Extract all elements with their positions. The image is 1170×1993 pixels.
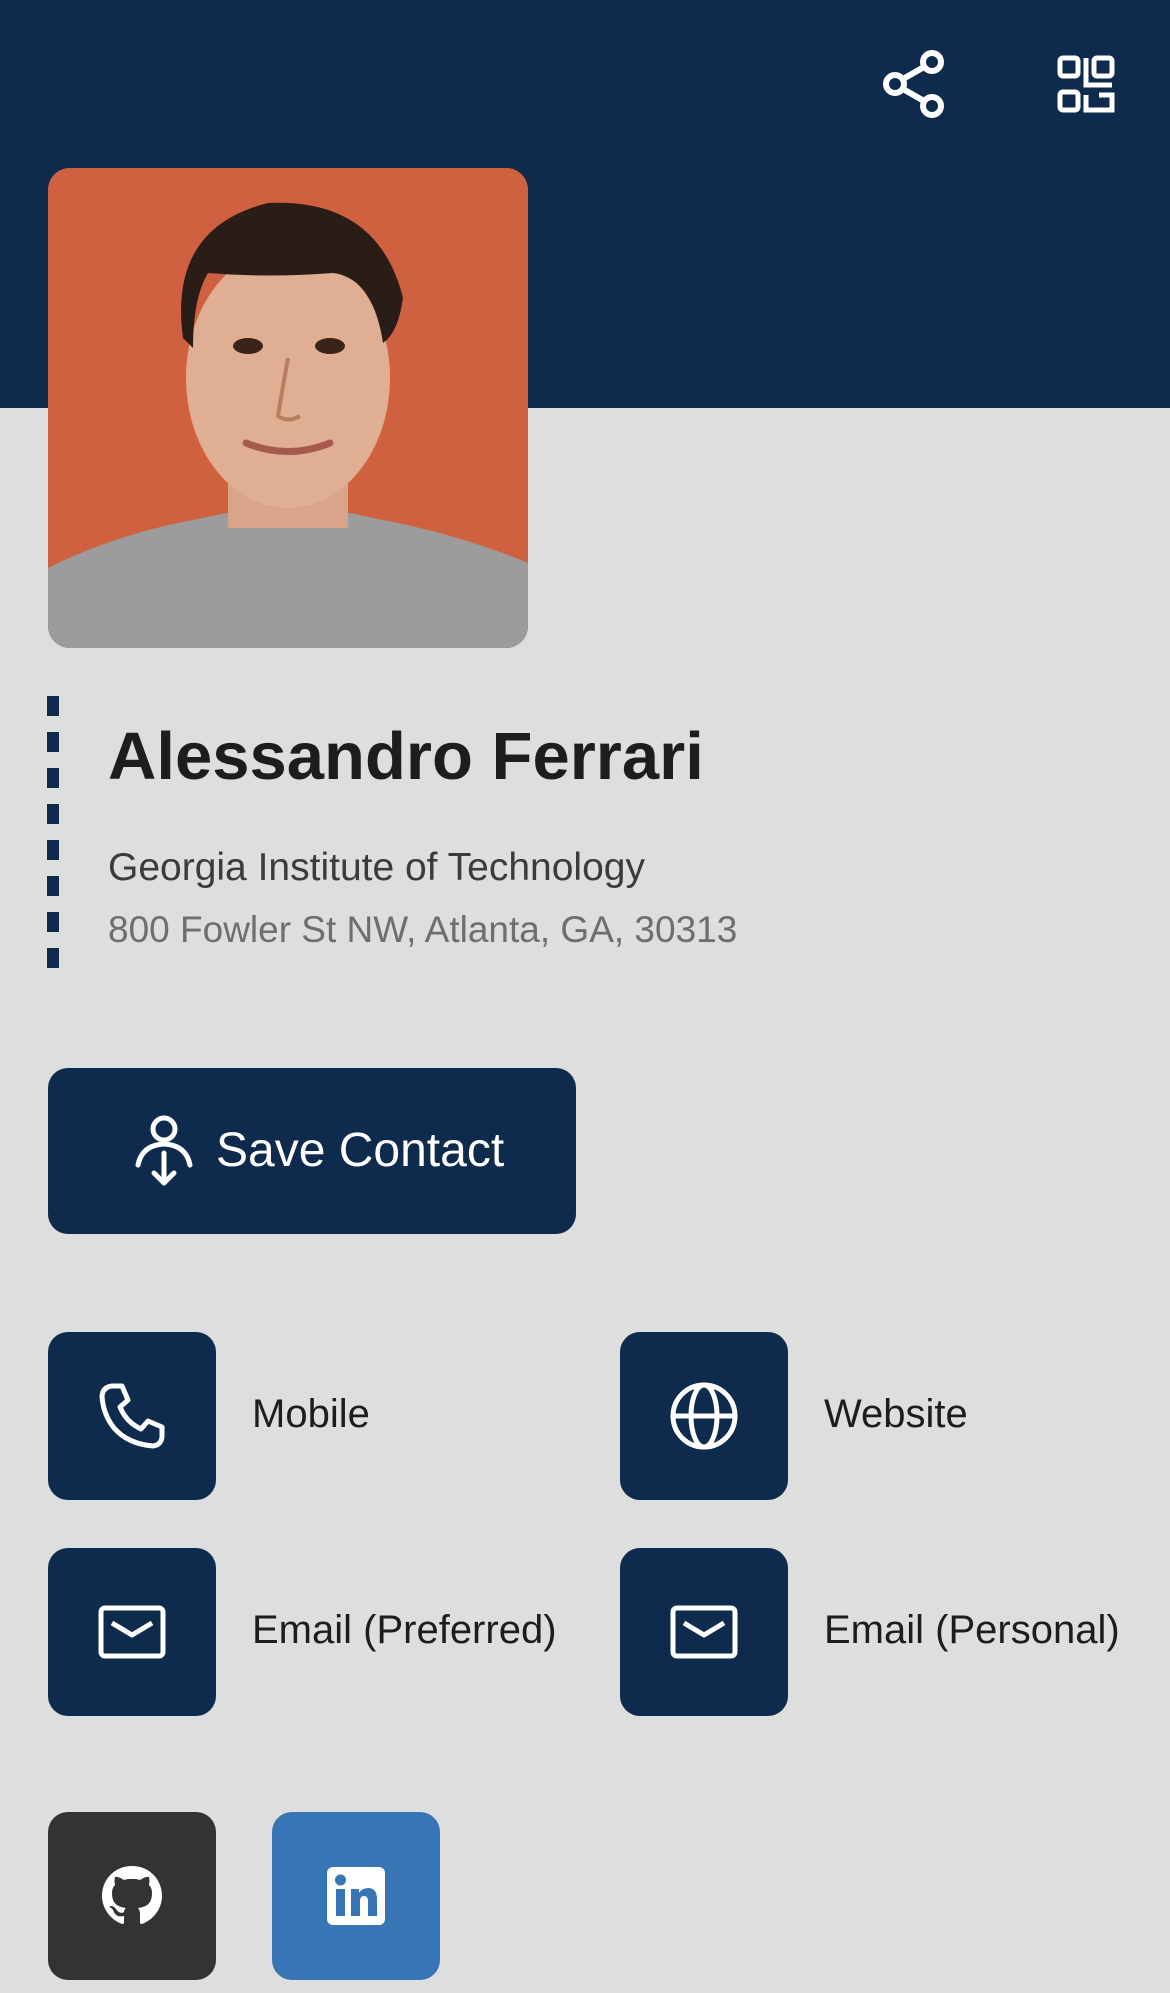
profile-address: 800 Fowler St NW, Atlanta, GA, 30313	[108, 909, 738, 950]
github-icon	[102, 1866, 162, 1924]
qr-code-button[interactable]	[1046, 44, 1126, 124]
save-contact-label: Save Contact	[216, 1124, 505, 1177]
linkedin-button[interactable]	[272, 1812, 440, 1980]
email-personal-button[interactable]	[620, 1548, 788, 1716]
share-icon	[883, 50, 944, 118]
mail-icon	[98, 1605, 166, 1659]
mobile-button[interactable]	[48, 1332, 216, 1500]
contact-download-icon	[135, 1115, 193, 1186]
linkedin-icon	[327, 1867, 385, 1925]
share-button[interactable]	[875, 44, 955, 124]
profile-name: Alessandro Ferrari	[108, 719, 704, 794]
website-button[interactable]	[620, 1332, 788, 1500]
email-preferred-button[interactable]	[48, 1548, 216, 1716]
profile-organization: Georgia Institute of Technology	[108, 846, 645, 889]
github-button[interactable]	[48, 1812, 216, 1980]
email-personal-label: Email (Personal)	[824, 1608, 1120, 1652]
email-preferred-label: Email (Preferred)	[252, 1608, 557, 1652]
phone-icon	[99, 1383, 165, 1449]
name-accent-bar	[47, 696, 59, 974]
qr-code-icon	[1057, 55, 1115, 113]
profile-photo	[48, 168, 528, 648]
mobile-label: Mobile	[252, 1392, 370, 1436]
website-label: Website	[824, 1392, 968, 1436]
mail-icon	[670, 1605, 738, 1659]
save-contact-button[interactable]: Save Contact	[48, 1068, 576, 1234]
globe-icon	[670, 1382, 738, 1450]
